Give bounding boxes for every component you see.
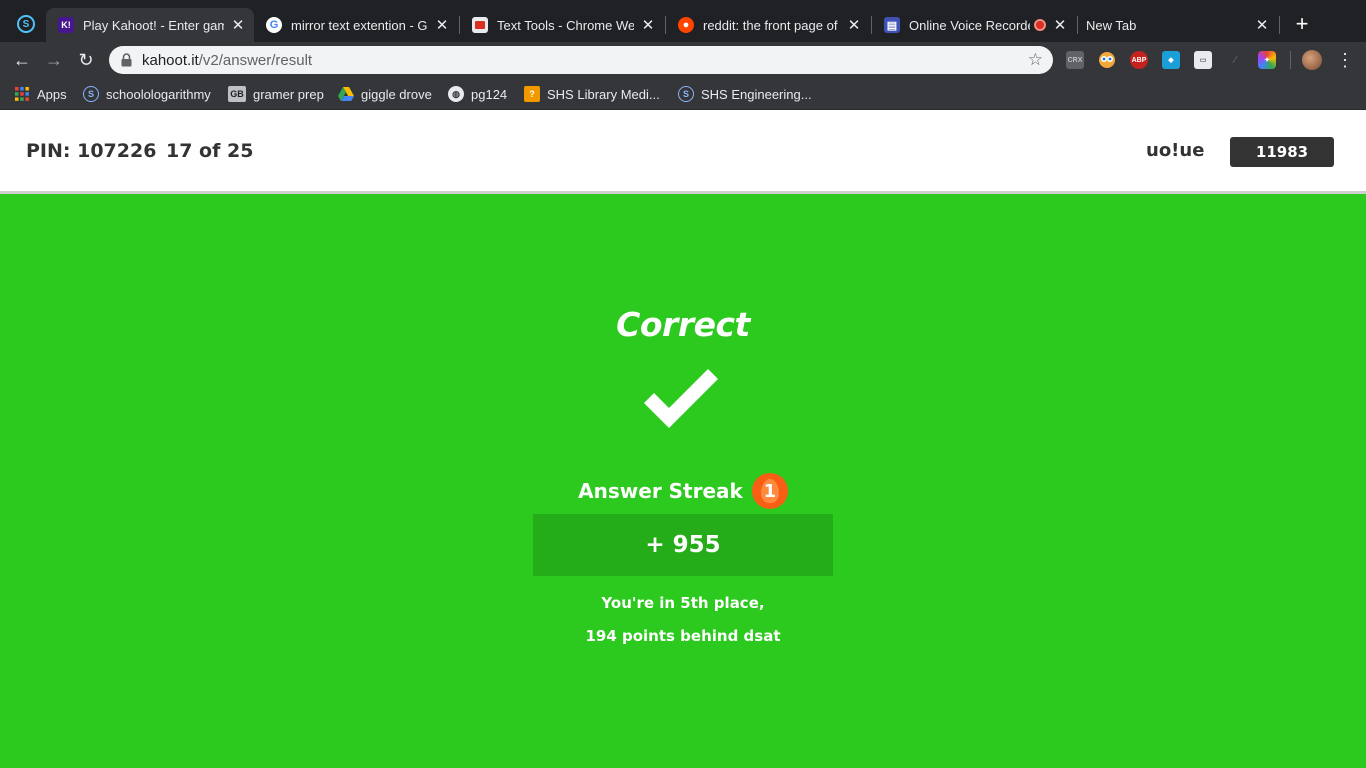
bookmark-apps[interactable]: Apps [14, 85, 67, 103]
url-host: kahoot.it [142, 51, 199, 69]
bookmark-pg124[interactable]: ◍ pg124 [448, 85, 507, 103]
game-pin: PIN: 107226 [26, 140, 157, 162]
streak-label: Answer Streak [578, 479, 743, 503]
browser-toolbar: ← → ↻ kahoot.it/v2/answer/result ☆ CRX A… [0, 42, 1366, 78]
tab-text-tools[interactable]: Text Tools - Chrome Web Store ✕ [460, 8, 664, 42]
close-icon[interactable]: ✕ [640, 17, 656, 34]
answer-result-panel: Correct Answer Streak 1 + 955 You're in … [0, 197, 1366, 768]
bookmark-shs-library[interactable]: ? SHS Library Medi... [524, 85, 660, 103]
close-icon[interactable]: ✕ [1254, 17, 1270, 34]
url-path: /v2/answer/result [198, 51, 313, 69]
answer-streak: Answer Streak 1 [0, 473, 1366, 509]
tab-title: mirror text extention - Google Search [291, 17, 428, 33]
place-text: You're in 5th place, [601, 594, 765, 612]
lock-icon [121, 53, 133, 67]
bookmark-label: giggle drove [361, 86, 432, 102]
player-score: 11983 [1230, 137, 1334, 167]
tab-title: Play Kahoot! - Enter game PIN here! [83, 17, 224, 33]
kahoot-icon: K! [58, 17, 74, 33]
points-earned: + 955 [533, 514, 833, 576]
adblock-icon[interactable]: ABP [1130, 51, 1148, 69]
reload-icon[interactable]: ↻ [74, 48, 98, 72]
reddit-icon: ● [678, 17, 694, 33]
bookmarks-bar: Apps S schoolologarithmy GB gramer prep … [0, 78, 1366, 110]
gb-icon: GB [228, 86, 246, 102]
tab-title: New Tab [1086, 17, 1137, 33]
question-progress: 17 of 25 [166, 140, 254, 162]
new-tab-button[interactable]: + [1290, 12, 1314, 36]
result-title: Correct [616, 305, 750, 344]
google-icon: G [266, 17, 282, 33]
toolbar-divider [1290, 51, 1291, 69]
bookmark-label: SHS Engineering... [701, 86, 812, 102]
schoology-icon: S [83, 86, 99, 102]
tab-new-tab[interactable]: New Tab ✕ [1074, 8, 1278, 42]
schoology-icon[interactable]: S [17, 15, 35, 33]
text-tools-icon [472, 17, 488, 33]
bookmark-giggle-drove[interactable]: giggle drove [338, 85, 432, 103]
streak-count: 1 [763, 480, 777, 502]
globe-icon: ◍ [448, 86, 464, 102]
bookmark-schoolologarithmy[interactable]: S schoolologarithmy [83, 85, 211, 103]
tab-title: Text Tools - Chrome Web Store [497, 17, 634, 33]
bookmark-label: gramer prep [253, 86, 324, 102]
streak-flame-badge: 1 [751, 473, 788, 509]
tab-title: Online Voice Recorder [909, 17, 1030, 33]
bookmark-star-icon[interactable]: ☆ [1028, 50, 1043, 70]
player-nickname: uo!ue [1146, 140, 1205, 161]
bookmark-shs-engineering[interactable]: S SHS Engineering... [678, 85, 812, 103]
back-arrow-icon[interactable]: ← [10, 48, 34, 72]
tab-title: reddit: the front page of the internet [703, 17, 840, 33]
bookmark-label: pg124 [471, 86, 508, 102]
drive-icon [338, 86, 354, 102]
library-icon: ? [524, 86, 540, 102]
close-icon[interactable]: ✕ [230, 17, 246, 34]
behind-text: 194 points behind dsat [585, 627, 781, 645]
tab-google-search[interactable]: G mirror text extention - Google Search … [254, 8, 458, 42]
bookmark-label: SHS Library Medi... [547, 86, 660, 102]
voice-recorder-icon: ▤ [884, 17, 900, 33]
color-picker-icon[interactable]: ✦ [1258, 51, 1276, 69]
tab-kahoot[interactable]: K! Play Kahoot! - Enter game PIN here! ✕ [46, 8, 254, 42]
game-header: PIN: 107226 17 of 25 uo!ue 11983 [0, 110, 1366, 194]
tab-voice-recorder[interactable]: ▤ Online Voice Recorder ✕ [872, 8, 1076, 42]
more-menu-icon[interactable]: ⋮ [1336, 48, 1354, 72]
address-bar[interactable]: kahoot.it/v2/answer/result ☆ [109, 46, 1053, 74]
profile-avatar[interactable] [1302, 50, 1322, 70]
browser-tab-strip: S K! Play Kahoot! - Enter game PIN here!… [0, 0, 1366, 42]
bookmark-label: schoolologarithmy [106, 86, 211, 102]
url-text: kahoot.it/v2/answer/result [142, 52, 312, 69]
bookmark-gramer-prep[interactable]: GB gramer prep [228, 85, 324, 103]
extension-icon[interactable]: ⁄ [1226, 51, 1244, 69]
bookmark-label: Apps [37, 86, 67, 102]
extension-blue-icon[interactable]: ◆ [1162, 51, 1180, 69]
close-icon[interactable]: ✕ [846, 17, 862, 34]
owl-icon[interactable] [1098, 51, 1116, 69]
forward-arrow-icon[interactable]: → [42, 48, 66, 72]
tab-divider [1279, 16, 1280, 34]
close-icon[interactable]: ✕ [434, 17, 450, 34]
apps-grid-icon [14, 86, 30, 102]
crx-icon[interactable]: CRX [1066, 51, 1084, 69]
close-icon[interactable]: ✕ [1052, 17, 1068, 34]
briefcase-icon[interactable]: ▭ [1194, 51, 1212, 69]
tab-reddit[interactable]: ● reddit: the front page of the internet… [666, 8, 870, 42]
checkmark-icon [644, 369, 718, 428]
recording-icon [1034, 19, 1046, 31]
schoology-icon: S [678, 86, 694, 102]
